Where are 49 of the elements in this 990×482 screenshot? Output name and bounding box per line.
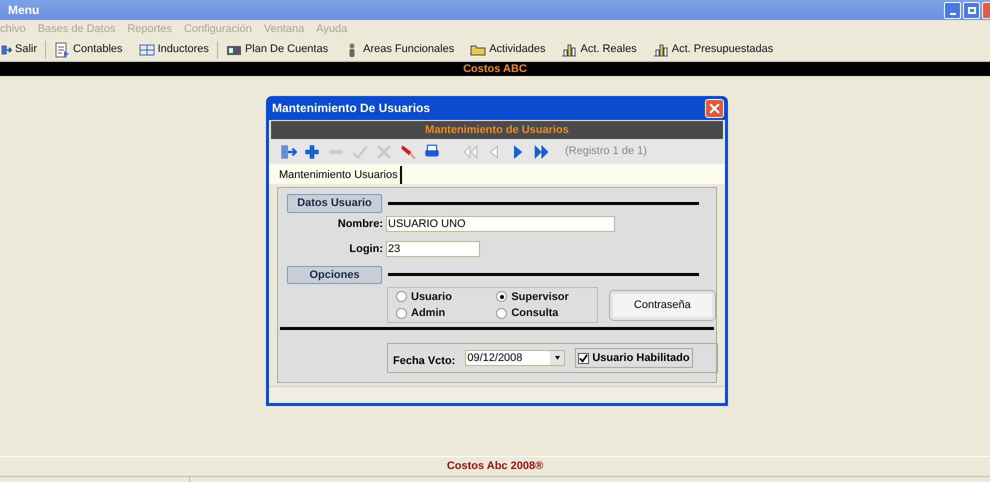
document-icon — [54, 42, 70, 58]
radio-button[interactable] — [396, 291, 407, 302]
field-label: Login: — [348, 242, 383, 257]
radio-button[interactable] — [396, 308, 407, 319]
section-label: Opciones — [287, 266, 382, 284]
date-value: 09/12/2008 — [466, 350, 524, 366]
field-label: Nombre: — [336, 216, 383, 232]
toolbar-button[interactable]: Actividades — [462, 41, 554, 58]
exit-icon[interactable] — [279, 142, 297, 160]
marker-icon[interactable] — [399, 142, 417, 160]
restore-button[interactable] — [963, 2, 980, 18]
checkbox[interactable] — [578, 352, 590, 364]
field-label: Fecha Vcto: — [393, 354, 456, 369]
toolbar-button[interactable]: Inductores — [130, 41, 217, 58]
input-field[interactable]: USUARIO UNO — [386, 216, 615, 232]
close-icon — [709, 102, 720, 114]
minimize-button[interactable] — [944, 2, 961, 18]
plus-icon[interactable] — [303, 142, 321, 160]
toolbar-button[interactable]: Plan De Cuentas — [218, 41, 336, 58]
radio-label: Consulta — [511, 306, 558, 321]
checkbox-label: Usuario Habilitado — [592, 350, 690, 366]
toolbar-button[interactable]: Act. Reales — [553, 41, 645, 58]
close-button[interactable] — [705, 98, 724, 118]
radio-label: Usuario — [411, 290, 452, 304]
toolbar-button[interactable]: Contables — [46, 41, 131, 58]
header-title: Mantenimiento de Usuarios — [425, 122, 569, 138]
dialog-title: Mantenimiento De Usuarios — [272, 100, 430, 117]
toolbar-button[interactable]: Act. Presupuestadas — [644, 41, 782, 58]
radio-label: Admin — [411, 306, 446, 321]
section-label: Datos Usuario — [287, 194, 382, 212]
window-title: Menu — [8, 2, 40, 19]
record-counter: (Registro 1 de 1) — [565, 144, 647, 160]
date-dropdown[interactable]: 09/12/2008 — [465, 350, 566, 366]
close-button[interactable] — [982, 2, 990, 18]
radio-label: Supervisor — [511, 290, 569, 304]
footer-text: Costos Abc 2008® — [446, 459, 544, 474]
radio-button[interactable] — [496, 308, 508, 319]
toolbar-button[interactable]: Salir — [0, 41, 46, 58]
input-field[interactable]: 23 — [386, 241, 480, 258]
bar-chart-icon — [561, 42, 578, 58]
toolbar-button[interactable]: Areas Funcionales — [336, 41, 462, 58]
bar-chart-icon — [652, 42, 669, 58]
table-icon — [138, 42, 155, 58]
caret-icon — [554, 356, 561, 360]
radio-button[interactable] — [496, 291, 508, 302]
password-button[interactable]: Contraseña — [608, 290, 716, 320]
double-arrow-right-icon[interactable] — [533, 142, 551, 160]
exit-icon — [0, 44, 12, 56]
banner-title: Costos ABC — [463, 62, 527, 77]
